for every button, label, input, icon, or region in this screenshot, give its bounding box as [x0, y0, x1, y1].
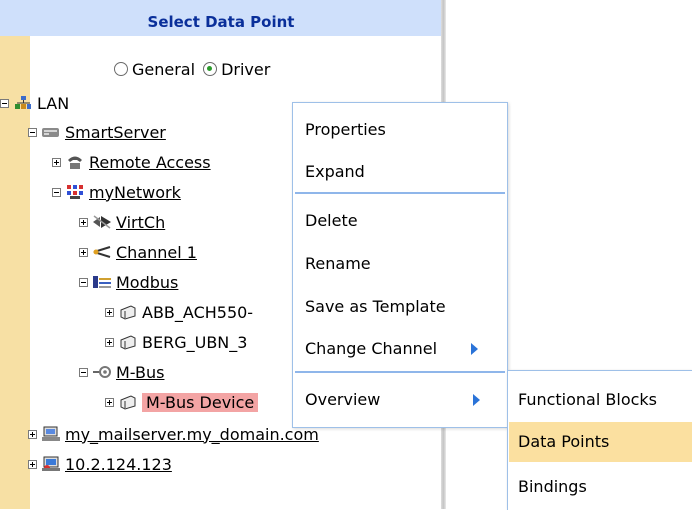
tree-node-abb[interactable]: ABB_ACH550- — [105, 301, 253, 323]
device-icon — [118, 334, 138, 350]
tree-label-channel1[interactable]: Channel 1 — [116, 243, 197, 262]
expand-toggle-icon[interactable] — [79, 247, 88, 257]
modbus-icon — [92, 274, 112, 290]
menu-item-expand[interactable]: Expand — [305, 160, 365, 184]
submenu-item-data-points[interactable]: Data Points — [518, 430, 609, 454]
expand-toggle-icon[interactable] — [52, 157, 61, 167]
general-label[interactable]: General — [132, 60, 195, 79]
tree-label-mynetwork[interactable]: myNetwork — [89, 183, 181, 202]
tree-node-virtch[interactable]: VirtCh — [79, 211, 165, 233]
collapse-toggle-icon[interactable] — [79, 277, 88, 287]
channel-icon — [92, 244, 112, 260]
collapse-toggle-icon[interactable] — [52, 187, 61, 197]
tree-node-berg[interactable]: BERG_UBN_3 — [105, 331, 247, 353]
server-icon — [41, 124, 61, 140]
tree-label-virtch[interactable]: VirtCh — [116, 213, 165, 232]
overview-submenu: Functional Blocks Data Points Bindings — [507, 370, 692, 510]
tree-node-mbus[interactable]: M-Bus — [79, 361, 164, 383]
tree-label-mailserver[interactable]: my_mailserver.my_domain.com — [65, 425, 319, 444]
submenu-item-bindings[interactable]: Bindings — [518, 475, 587, 499]
submenu-item-functional-blocks[interactable]: Functional Blocks — [518, 388, 657, 412]
menu-item-rename[interactable]: Rename — [305, 252, 371, 276]
tree-label-smartserver[interactable]: SmartServer — [65, 123, 166, 142]
expand-toggle-icon[interactable] — [105, 337, 114, 347]
network-grid-icon — [65, 184, 85, 200]
collapse-toggle-icon[interactable] — [0, 98, 9, 108]
menu-item-save-template[interactable]: Save as Template — [305, 295, 446, 319]
tree-node-smartserver[interactable]: SmartServer — [28, 121, 166, 143]
panel-title: Select Data Point — [0, 0, 442, 36]
computer-icon — [41, 456, 61, 472]
expand-toggle-icon[interactable] — [79, 217, 88, 227]
menu-separator — [295, 371, 505, 373]
tree-label-lan[interactable]: LAN — [37, 94, 69, 113]
phone-icon — [65, 154, 85, 170]
expand-toggle-icon[interactable] — [28, 459, 37, 469]
tree-node-channel1[interactable]: Channel 1 — [79, 241, 197, 263]
menu-item-properties[interactable]: Properties — [305, 118, 386, 142]
tree-node-mynetwork[interactable]: myNetwork — [52, 181, 181, 203]
tree-node-remote-access[interactable]: Remote Access — [52, 151, 211, 173]
collapse-toggle-icon[interactable] — [79, 367, 88, 377]
tree-node-lan[interactable]: LAN — [0, 92, 69, 114]
menu-item-delete[interactable]: Delete — [305, 209, 358, 233]
tree-label-abb[interactable]: ABB_ACH550- — [142, 303, 253, 322]
tree-label-remote-access[interactable]: Remote Access — [89, 153, 211, 172]
expand-toggle-icon[interactable] — [28, 429, 37, 439]
submenu-arrow-icon — [473, 394, 480, 406]
mail-server-icon — [41, 426, 61, 442]
device-icon — [118, 304, 138, 320]
expand-toggle-icon[interactable] — [105, 307, 114, 317]
tree-label-mbus[interactable]: M-Bus — [116, 363, 164, 382]
driver-label[interactable]: Driver — [221, 60, 270, 79]
driver-radio[interactable] — [203, 62, 218, 76]
tree-label-berg[interactable]: BERG_UBN_3 — [142, 333, 247, 352]
context-menu: Properties Expand Delete Rename Save as … — [292, 102, 508, 428]
left-strip — [0, 0, 30, 509]
submenu-arrow-icon — [471, 343, 478, 355]
tree-node-mailserver[interactable]: my_mailserver.my_domain.com — [28, 423, 319, 445]
collapse-toggle-icon[interactable] — [28, 127, 37, 137]
menu-item-overview[interactable]: Overview — [305, 388, 380, 412]
filter-radio-group: General Driver — [114, 58, 278, 80]
tree-label-modbus[interactable]: Modbus — [116, 273, 178, 292]
tree-node-ip[interactable]: 10.2.124.123 — [28, 453, 172, 475]
expand-toggle-icon[interactable] — [105, 397, 114, 407]
tree-node-mbus-device[interactable]: M-Bus Device — [105, 391, 259, 413]
virtual-channel-icon — [92, 214, 112, 230]
tree-label-ip[interactable]: 10.2.124.123 — [65, 455, 172, 474]
tree-label-mbus-device[interactable]: M-Bus Device — [142, 392, 259, 412]
tree-node-modbus[interactable]: Modbus — [79, 271, 178, 293]
menu-separator — [295, 192, 505, 194]
mbus-icon — [92, 364, 112, 380]
general-radio[interactable] — [114, 62, 128, 76]
network-icon — [13, 95, 33, 111]
menu-item-change-channel[interactable]: Change Channel — [305, 337, 437, 361]
device-icon — [118, 394, 138, 410]
